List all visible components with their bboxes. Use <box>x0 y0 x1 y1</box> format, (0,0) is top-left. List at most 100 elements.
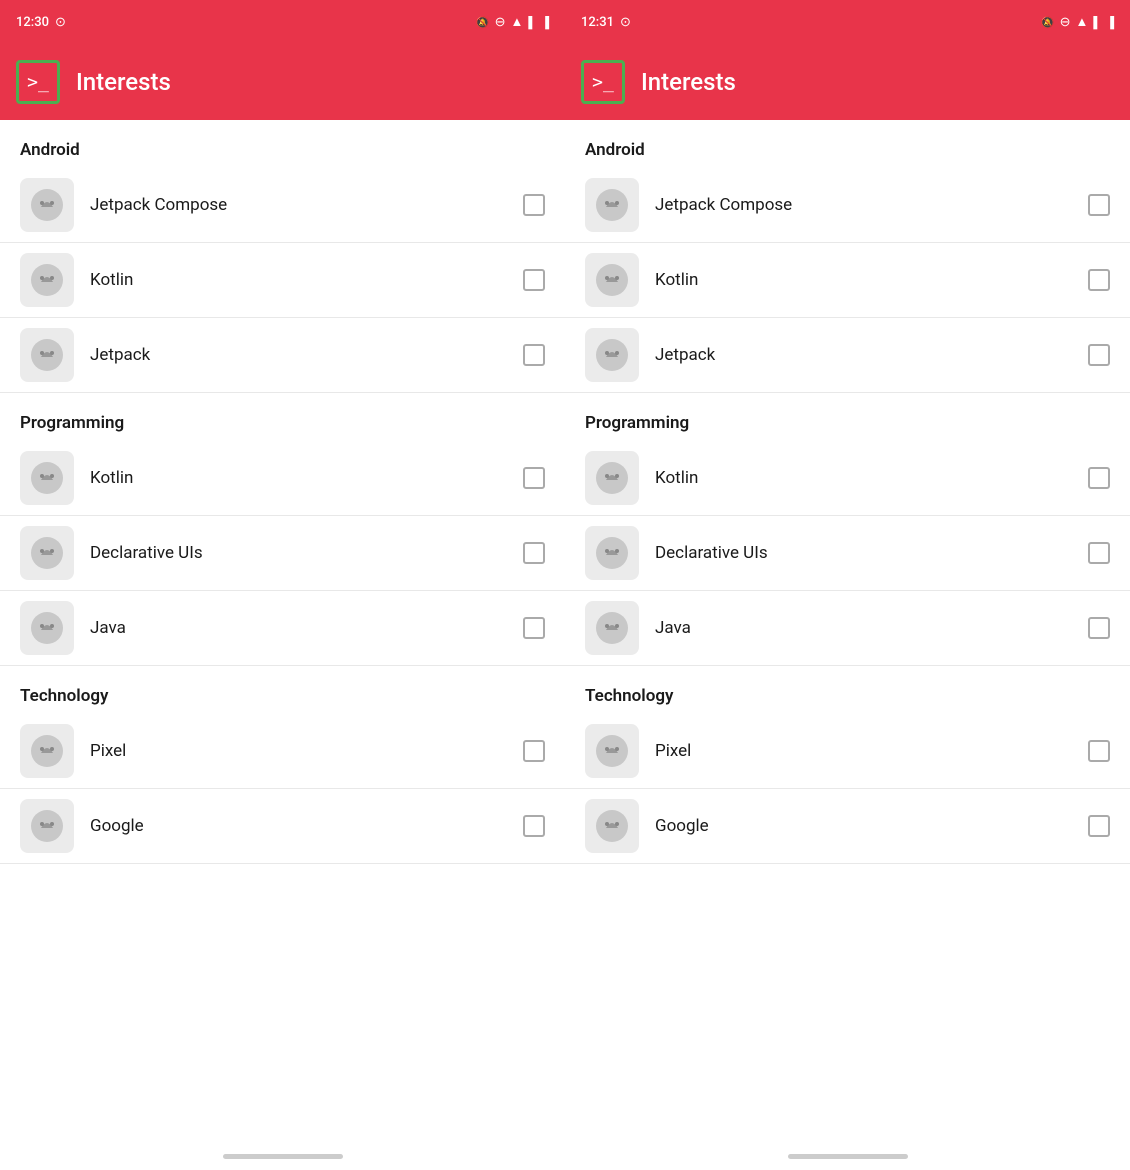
android-icon <box>29 337 65 373</box>
list-item[interactable]: Java <box>565 591 1130 666</box>
android-icon <box>29 187 65 223</box>
bottom-indicator-right <box>565 1142 1130 1170</box>
terminal-icon-label-right: >_ <box>592 72 614 93</box>
scroll-bar-left <box>223 1154 343 1159</box>
item-icon <box>20 451 74 505</box>
item-label: Declarative UIs <box>90 543 507 563</box>
status-bar-right-icons: 🔕 ⊖ ▲ ▌ ▐ <box>476 14 549 30</box>
item-icon <box>20 724 74 778</box>
minus-circle-icon: ⊖ <box>495 15 506 30</box>
item-checkbox[interactable] <box>1088 542 1110 564</box>
terminal-icon-right[interactable]: >_ <box>581 60 625 104</box>
battery-icon-right: ▐ <box>1106 16 1114 29</box>
item-icon <box>20 253 74 307</box>
list-item[interactable]: Kotlin <box>0 243 565 318</box>
item-label: Pixel <box>90 741 507 761</box>
item-checkbox[interactable] <box>1088 269 1110 291</box>
item-checkbox[interactable] <box>523 269 545 291</box>
terminal-icon-label: >_ <box>27 72 49 93</box>
list-item[interactable]: Google <box>0 789 565 864</box>
android-icon <box>594 337 630 373</box>
android-icon <box>29 733 65 769</box>
bottom-indicator-left <box>0 1142 565 1170</box>
signal-icon-right: ▌ <box>1093 16 1101 29</box>
app-bar-right: >_ Interests <box>565 44 1130 120</box>
android-icon <box>29 535 65 571</box>
status-bar-left-icons: 12:30 ⊙ <box>16 15 66 30</box>
android-icon <box>594 187 630 223</box>
time-display: 12:30 <box>16 15 49 30</box>
item-label: Kotlin <box>655 270 1072 290</box>
list-item[interactable]: Java <box>0 591 565 666</box>
item-label: Jetpack <box>90 345 507 365</box>
android-icon <box>29 808 65 844</box>
list-item[interactable]: Pixel <box>0 714 565 789</box>
item-checkbox[interactable] <box>1088 617 1110 639</box>
item-label: Google <box>655 816 1072 836</box>
item-label: Java <box>90 618 507 638</box>
list-item[interactable]: Kotlin <box>565 243 1130 318</box>
item-checkbox[interactable] <box>523 194 545 216</box>
item-checkbox[interactable] <box>523 344 545 366</box>
scroll-bar-right <box>788 1154 908 1159</box>
minus-circle-icon-right: ⊖ <box>1060 15 1071 30</box>
item-checkbox[interactable] <box>1088 467 1110 489</box>
list-item[interactable]: Kotlin <box>0 441 565 516</box>
wifi-icon-right: ▲ <box>1076 14 1089 30</box>
wifi-icon: ▲ <box>511 14 524 30</box>
item-icon <box>585 601 639 655</box>
item-icon <box>585 526 639 580</box>
status-bar-right-right-icons: 🔕 ⊖ ▲ ▌ ▐ <box>1041 14 1114 30</box>
item-icon <box>585 328 639 382</box>
item-icon <box>585 178 639 232</box>
content-left[interactable]: Android Jetpack Compose <box>0 120 565 1142</box>
item-checkbox[interactable] <box>1088 740 1110 762</box>
android-icon <box>594 808 630 844</box>
list-item[interactable]: Jetpack <box>565 318 1130 393</box>
item-icon <box>585 724 639 778</box>
section-header-android-right: Android <box>565 120 1130 168</box>
item-checkbox[interactable] <box>523 617 545 639</box>
app-bar-title-right: Interests <box>641 68 736 96</box>
item-label: Kotlin <box>655 468 1072 488</box>
list-item[interactable]: Declarative UIs <box>0 516 565 591</box>
list-item[interactable]: Declarative UIs <box>565 516 1130 591</box>
item-icon <box>585 253 639 307</box>
android-icon <box>594 262 630 298</box>
item-icon <box>20 601 74 655</box>
section-header-android-left: Android <box>0 120 565 168</box>
item-checkbox[interactable] <box>523 740 545 762</box>
item-checkbox[interactable] <box>523 542 545 564</box>
list-item[interactable]: Jetpack Compose <box>0 168 565 243</box>
list-item[interactable]: Google <box>565 789 1130 864</box>
item-label: Kotlin <box>90 468 507 488</box>
section-header-programming-right: Programming <box>565 393 1130 441</box>
list-item[interactable]: Jetpack Compose <box>565 168 1130 243</box>
item-label: Jetpack <box>655 345 1072 365</box>
terminal-icon-left[interactable]: >_ <box>16 60 60 104</box>
content-right[interactable]: Android Jetpack Compose <box>565 120 1130 1142</box>
item-icon <box>20 526 74 580</box>
item-icon <box>20 799 74 853</box>
item-checkbox[interactable] <box>523 467 545 489</box>
item-label: Pixel <box>655 741 1072 761</box>
status-bar-left: 12:30 ⊙ 🔕 ⊖ ▲ ▌ ▐ <box>0 0 565 44</box>
item-label: Java <box>655 618 1072 638</box>
time-display-right: 12:31 <box>581 15 614 30</box>
item-checkbox[interactable] <box>523 815 545 837</box>
list-item[interactable]: Pixel <box>565 714 1130 789</box>
item-checkbox[interactable] <box>1088 344 1110 366</box>
app-bar-title-left: Interests <box>76 68 171 96</box>
status-bar-right-left-icons: 12:31 ⊙ <box>581 15 631 30</box>
android-icon <box>29 610 65 646</box>
item-icon <box>20 328 74 382</box>
item-label: Declarative UIs <box>655 543 1072 563</box>
list-item[interactable]: Kotlin <box>565 441 1130 516</box>
item-checkbox[interactable] <box>1088 815 1110 837</box>
bell-mute-icon-right: 🔕 <box>1041 16 1055 29</box>
item-checkbox[interactable] <box>1088 194 1110 216</box>
screen-right: 12:31 ⊙ 🔕 ⊖ ▲ ▌ ▐ >_ Interests Android <box>565 0 1130 1170</box>
list-item[interactable]: Jetpack <box>0 318 565 393</box>
clock-icon-right: ⊙ <box>620 15 631 30</box>
item-icon <box>20 178 74 232</box>
